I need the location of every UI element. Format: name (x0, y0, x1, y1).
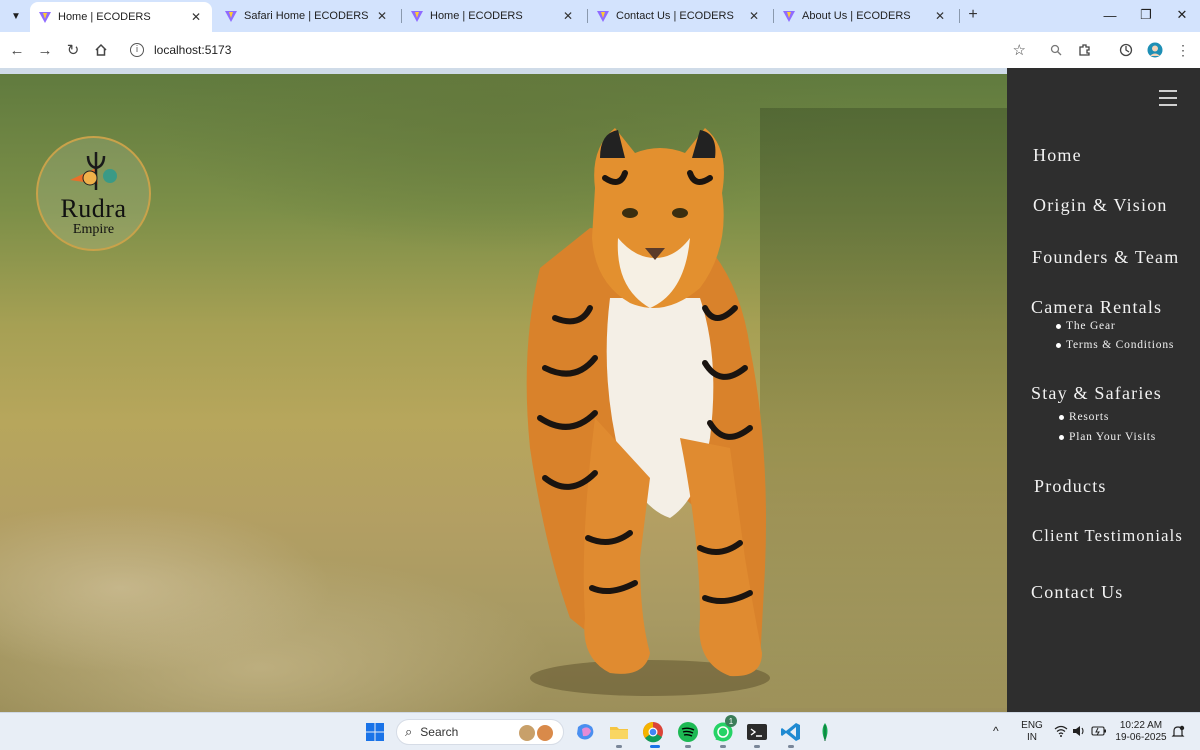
clock[interactable]: 10:22 AM 19-06-2025 (1114, 720, 1168, 744)
tab-home-ecoders-2[interactable]: Home | ECODERS ✕ (402, 0, 584, 32)
tab-separator (959, 9, 960, 23)
nav-founders-team[interactable]: Founders & Team (1032, 247, 1179, 268)
browser-toolbar: ← → ↻ i localhost:5173 ☆ ⋮ (0, 32, 1200, 68)
tab-title: Contact Us | ECODERS (616, 10, 734, 22)
mongodb-compass-icon[interactable] (814, 721, 836, 743)
logo-wordmark: Rudra (60, 194, 127, 223)
clock-time: 10:22 AM (1119, 720, 1163, 731)
language-code: ENG (1021, 720, 1043, 731)
rudra-empire-logo[interactable]: Rudra Empire (36, 136, 151, 251)
hamburger-menu-icon[interactable] (1159, 90, 1177, 107)
tall-grass (760, 108, 1007, 708)
new-tab-icon[interactable]: + (964, 6, 982, 24)
top-strip (0, 68, 1007, 74)
tab-search-chevron-icon[interactable]: ▼ (6, 6, 26, 26)
nav-sub-resorts[interactable]: Resorts (1058, 411, 1109, 423)
nav-products[interactable]: Products (1034, 476, 1107, 497)
clock-date: 19-06-2025 (1115, 732, 1167, 743)
spotify-icon[interactable] (677, 721, 699, 743)
vite-favicon-icon (597, 11, 609, 22)
whatsapp-icon[interactable]: 1 (712, 715, 737, 743)
taskbar-search-box[interactable]: ⌕ Search (396, 719, 564, 745)
volume-icon[interactable] (1072, 725, 1086, 741)
chrome-icon[interactable] (642, 721, 664, 743)
nav-sub-the-gear[interactable]: The Gear (1056, 320, 1116, 332)
minimize-icon[interactable]: — (1092, 4, 1128, 26)
nav-sub-plan-your-visits[interactable]: Plan Your Visits (1059, 431, 1156, 443)
search-icon: ⌕ (405, 724, 413, 739)
zoom-icon[interactable] (1046, 40, 1066, 60)
forward-icon[interactable]: → (35, 40, 55, 60)
file-explorer-icon[interactable] (608, 721, 630, 743)
notifications-bell-icon[interactable] (1171, 725, 1185, 743)
notification-badge: 1 (725, 715, 737, 727)
webpage: Rudra Empire Home Origin & Vision Founde… (0, 68, 1200, 712)
nav-stay-safaries[interactable]: Stay & Safaries (1031, 383, 1162, 404)
back-icon[interactable]: ← (7, 40, 27, 60)
show-hidden-icons-chevron[interactable]: ^ (993, 725, 999, 737)
tab-about-us[interactable]: About Us | ECODERS ✕ (774, 0, 956, 32)
close-tab-icon[interactable]: ✕ (932, 8, 948, 24)
bookmark-star-icon[interactable]: ☆ (1013, 41, 1026, 59)
tab-title: Safari Home | ECODERS (244, 10, 369, 22)
running-indicator (788, 745, 794, 748)
reload-icon[interactable]: ↻ (63, 40, 83, 60)
extensions-icon[interactable] (1075, 40, 1095, 60)
close-window-icon[interactable]: ✕ (1164, 4, 1200, 26)
running-indicator (616, 745, 622, 748)
url-text[interactable]: localhost:5173 (154, 43, 231, 57)
vite-favicon-icon (783, 11, 795, 22)
copilot-icon[interactable] (574, 721, 596, 743)
vscode-icon[interactable] (780, 721, 802, 743)
tiger-illustration (526, 128, 770, 696)
close-tab-icon[interactable]: ✕ (374, 8, 390, 24)
nav-home[interactable]: Home (1033, 145, 1082, 166)
close-tab-icon[interactable]: ✕ (746, 8, 762, 24)
running-indicator (720, 745, 726, 748)
profile-avatar-icon[interactable] (1145, 40, 1165, 60)
close-tab-icon[interactable]: ✕ (188, 9, 204, 25)
home-icon[interactable] (91, 40, 111, 60)
tab-title: Home | ECODERS (430, 10, 523, 22)
language-indicator[interactable]: ENG IN (1018, 720, 1046, 744)
tab-strip: ▼ Home | ECODERS ✕ Safari Home | ECODERS… (0, 0, 1200, 32)
tab-safari-home[interactable]: Safari Home | ECODERS ✕ (216, 0, 398, 32)
hero-tiger-image: Rudra Empire (0, 68, 1007, 712)
windows-taskbar: ⌕ Search 1 ^ ENG IN 10:22 AM 19-06-2025 (0, 712, 1200, 750)
performance-icon[interactable] (1116, 40, 1136, 60)
nav-sub-terms-conditions[interactable]: Terms & Conditions (1055, 339, 1174, 351)
nav-contact-us[interactable]: Contact Us (1031, 582, 1124, 603)
maximize-icon[interactable]: ❐ (1128, 4, 1164, 26)
tab-title: Home | ECODERS (58, 11, 151, 23)
tab-contact-us[interactable]: Contact Us | ECODERS ✕ (588, 0, 770, 32)
trident-tiger-emblem-icon (70, 152, 117, 190)
search-highlight-icon (519, 725, 553, 741)
region-code: IN (1027, 732, 1037, 743)
site-info-icon[interactable]: i (130, 43, 144, 57)
vite-favicon-icon (225, 11, 237, 22)
wifi-icon[interactable] (1054, 725, 1068, 740)
close-tab-icon[interactable]: ✕ (560, 8, 576, 24)
nav-camera-rentals[interactable]: Camera Rentals (1031, 297, 1162, 318)
terminal-icon[interactable] (746, 721, 768, 743)
tab-home-ecoders[interactable]: Home | ECODERS ✕ (30, 2, 212, 32)
logo-subtitle: Empire (72, 222, 115, 237)
address-bar[interactable]: i localhost:5173 ☆ (120, 37, 1038, 63)
running-indicator (685, 745, 691, 748)
nav-client-testimonials[interactable]: Client Testimonials (1032, 526, 1183, 546)
browser-menu-icon[interactable]: ⋮ (1173, 40, 1193, 60)
taskbar-search-label: Search (420, 725, 459, 739)
battery-icon[interactable] (1091, 725, 1107, 741)
vite-favicon-icon (39, 12, 51, 23)
vite-favicon-icon (411, 11, 423, 22)
running-indicator (754, 745, 760, 748)
tab-title: About Us | ECODERS (802, 10, 911, 22)
nav-origin-vision[interactable]: Origin & Vision (1033, 195, 1168, 216)
windows-start-icon[interactable] (364, 721, 386, 743)
side-navigation: Home Origin & Vision Founders & Team Cam… (1007, 68, 1200, 712)
active-indicator (650, 745, 660, 748)
